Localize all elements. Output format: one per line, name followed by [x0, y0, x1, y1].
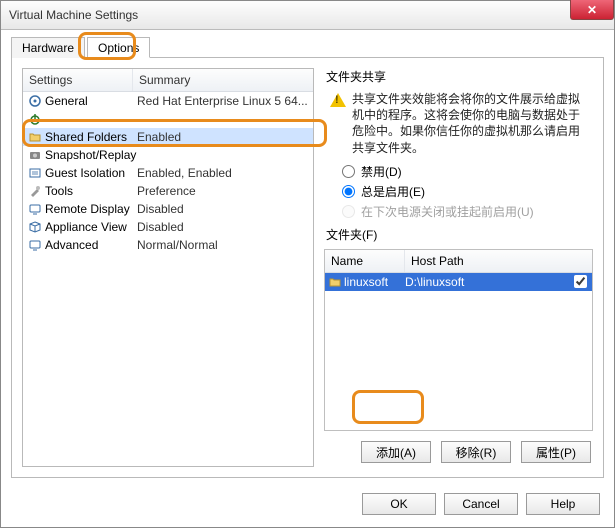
dialog-buttons: OK Cancel Help: [362, 493, 600, 515]
summary-col-header: Summary: [133, 69, 313, 91]
settings-list: GeneralRed Hat Enterprise Linux 5 64... S…: [23, 92, 313, 254]
radio-disabled-input[interactable]: [342, 165, 355, 178]
guest-icon: [27, 166, 43, 180]
folder-row-linuxsoft[interactable]: linuxsoftD:\linuxsoft: [325, 273, 592, 291]
shared-folders-pane: 文件夹共享 共享文件夹效能将会将你的文件展示给虚拟机中的程序。这将会使你的电脑与…: [324, 68, 593, 467]
folders-path-header: Host Path: [405, 250, 592, 272]
settings-row-label: Advanced: [45, 238, 137, 252]
radio-untilpwr-input: [342, 205, 355, 218]
remove-button[interactable]: 移除(R): [441, 441, 511, 463]
settings-row-summary: Normal/Normal: [137, 238, 309, 252]
window-title: Virtual Machine Settings: [9, 8, 138, 22]
settings-row-label: Appliance View: [45, 220, 137, 234]
radio-always-input[interactable]: [342, 185, 355, 198]
settings-row-snapshot-replay[interactable]: Snapshot/Replay: [23, 146, 313, 164]
display-icon: [27, 202, 43, 216]
folder-checkbox[interactable]: [574, 275, 587, 288]
ok-button[interactable]: OK: [362, 493, 436, 515]
settings-row-summary: Disabled: [137, 220, 309, 234]
content-area: Hardware Options Settings Summary Genera…: [1, 30, 614, 527]
properties-button[interactable]: 属性(P): [521, 441, 591, 463]
radio-disabled-label: 禁用(D): [361, 163, 402, 180]
share-radio-group: 禁用(D) 总是启用(E) 在下次电源关闭或挂起前启用(U): [324, 160, 593, 226]
vm-settings-window: Virtual Machine Settings ✕ Hardware Opti…: [0, 0, 615, 528]
settings-row-label: Shared Folders: [45, 130, 137, 144]
camera-icon: [27, 148, 43, 162]
folders-list-header: Name Host Path: [325, 250, 592, 273]
settings-row-general[interactable]: GeneralRed Hat Enterprise Linux 5 64...: [23, 92, 313, 110]
tools-icon: [27, 184, 43, 198]
settings-row-label: Tools: [45, 184, 137, 198]
radio-always-enabled[interactable]: 总是启用(E): [342, 182, 593, 202]
warning-icon: [330, 93, 346, 107]
titlebar: Virtual Machine Settings ✕: [1, 1, 614, 30]
folders-list-box: Name Host Path linuxsoftD:\linuxsoft: [324, 249, 593, 431]
folder-icon: [329, 276, 341, 288]
share-description-row: 共享文件夹效能将会将你的文件展示给虚拟机中的程序。这将会使你的电脑与数据处于危险…: [324, 87, 593, 160]
settings-row-item-1[interactable]: [23, 110, 313, 128]
tab-hardware[interactable]: Hardware: [11, 37, 85, 58]
settings-row-label: Snapshot/Replay: [45, 148, 137, 162]
folders-list: linuxsoftD:\linuxsoft: [325, 273, 592, 291]
tab-strip: Hardware Options: [11, 36, 604, 58]
settings-row-tools[interactable]: ToolsPreference: [23, 182, 313, 200]
settings-list-pane: Settings Summary GeneralRed Hat Enterpri…: [22, 68, 314, 467]
folders-name-header: Name: [325, 250, 405, 272]
radio-always-label: 总是启用(E): [361, 183, 425, 200]
help-button[interactable]: Help: [526, 493, 600, 515]
cube-icon: [27, 220, 43, 234]
settings-col-header: Settings: [23, 69, 133, 91]
settings-row-appliance-view[interactable]: Appliance ViewDisabled: [23, 218, 313, 236]
display-icon: [27, 238, 43, 252]
radio-until-poweroff: 在下次电源关闭或挂起前启用(U): [342, 202, 593, 222]
settings-row-guest-isolation[interactable]: Guest IsolationEnabled, Enabled: [23, 164, 313, 182]
close-icon: ✕: [587, 3, 597, 17]
radio-untilpwr-label: 在下次电源关闭或挂起前启用(U): [361, 203, 534, 220]
share-description: 共享文件夹效能将会将你的文件展示给虚拟机中的程序。这将会使你的电脑与数据处于危险…: [352, 91, 587, 156]
folders-group-label: 文件夹(F): [326, 226, 593, 243]
settings-row-remote-display[interactable]: Remote DisplayDisabled: [23, 200, 313, 218]
settings-row-summary: Disabled: [137, 202, 309, 216]
settings-row-summary: Enabled, Enabled: [137, 166, 309, 180]
close-button[interactable]: ✕: [570, 0, 614, 20]
add-button[interactable]: 添加(A): [361, 441, 431, 463]
folder-action-buttons: 添加(A) 移除(R) 属性(P): [324, 431, 593, 467]
cancel-button[interactable]: Cancel: [444, 493, 518, 515]
radio-disabled[interactable]: 禁用(D): [342, 162, 593, 182]
tab-options[interactable]: Options: [87, 37, 150, 58]
settings-row-shared-folders[interactable]: Shared FoldersEnabled: [23, 128, 313, 146]
settings-row-label: Guest Isolation: [45, 166, 137, 180]
settings-row-label: General: [45, 94, 137, 108]
folder-path: D:\linuxsoft: [405, 275, 570, 289]
power-icon: [27, 112, 43, 126]
options-tab-body: Settings Summary GeneralRed Hat Enterpri…: [11, 58, 604, 478]
settings-row-summary: Red Hat Enterprise Linux 5 64...: [137, 94, 309, 108]
settings-row-summary: Enabled: [137, 130, 309, 144]
settings-row-label: Remote Display: [45, 202, 137, 216]
settings-row-summary: Preference: [137, 184, 309, 198]
gear-icon: [27, 94, 43, 108]
settings-list-header: Settings Summary: [23, 69, 313, 92]
folder-icon: [27, 130, 43, 144]
folder-check[interactable]: [570, 272, 588, 291]
folder-name: linuxsoft: [329, 275, 405, 289]
share-group-label: 文件夹共享: [326, 68, 593, 85]
settings-row-advanced[interactable]: AdvancedNormal/Normal: [23, 236, 313, 254]
